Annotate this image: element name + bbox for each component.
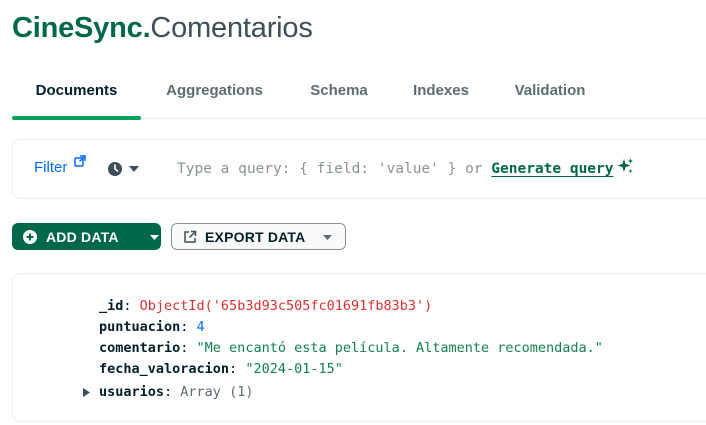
field-value[interactable]: ObjectId('65b3d93c505fc01691fb83b3') bbox=[140, 298, 433, 314]
active-tab-indicator bbox=[12, 116, 141, 120]
plus-circle-icon bbox=[23, 230, 37, 244]
document-field: comentario: "Me encantó esta película. A… bbox=[99, 339, 603, 357]
tab-aggregations[interactable]: Aggregations bbox=[152, 70, 277, 119]
query-history-button[interactable] bbox=[107, 160, 141, 178]
tab-label: Documents bbox=[35, 82, 118, 99]
field-key[interactable]: comentario bbox=[99, 340, 180, 356]
export-icon bbox=[184, 230, 197, 243]
expand-arrow-icon[interactable] bbox=[83, 388, 90, 397]
filter-link[interactable]: Filter bbox=[34, 159, 67, 176]
document-field: puntuacion: 4 bbox=[99, 318, 205, 336]
field-value[interactable]: "2024-01-15" bbox=[245, 361, 343, 377]
field-key[interactable]: puntuacion bbox=[99, 319, 180, 335]
tab-documents[interactable]: Documents bbox=[12, 70, 141, 120]
field-key[interactable]: fecha_valoracion bbox=[99, 361, 229, 377]
export-data-label: EXPORT DATA bbox=[205, 229, 306, 245]
field-value[interactable]: 4 bbox=[197, 319, 205, 335]
sparkle-icon bbox=[617, 158, 633, 173]
tab-validation[interactable]: Validation bbox=[502, 70, 598, 119]
document-field: usuarios: Array (1) bbox=[99, 383, 253, 401]
caret-down-icon bbox=[323, 235, 332, 240]
field-colon: : bbox=[164, 384, 181, 400]
database-name[interactable]: CineSync bbox=[12, 12, 143, 44]
tab-label: Aggregations bbox=[166, 82, 263, 99]
tab-label: Validation bbox=[514, 82, 586, 99]
query-input[interactable]: Type a query: { field: 'value' } or Gene… bbox=[177, 158, 634, 177]
query-placeholder: Type a query: { field: 'value' } or bbox=[177, 161, 483, 177]
document-card[interactable]: _id: ObjectId('65b3d93c505fc01691fb83b3'… bbox=[12, 273, 706, 422]
collection-name: Comentarios bbox=[150, 12, 313, 44]
document-field: fecha_valoracion: "2024-01-15" bbox=[99, 360, 343, 378]
field-key[interactable]: _id bbox=[99, 298, 123, 314]
tab-indexes[interactable]: Indexes bbox=[403, 70, 479, 119]
tab-schema[interactable]: Schema bbox=[298, 70, 380, 119]
field-colon: : bbox=[123, 298, 140, 314]
query-bar: Filter Type a query: { field: 'value' } … bbox=[12, 139, 706, 199]
field-colon: : bbox=[180, 319, 197, 335]
clock-icon bbox=[108, 162, 122, 176]
tab-label: Schema bbox=[310, 82, 368, 99]
add-data-label: ADD DATA bbox=[46, 229, 119, 245]
export-data-button[interactable]: EXPORT DATA bbox=[171, 223, 346, 250]
field-value[interactable]: Array (1) bbox=[180, 384, 253, 400]
tab-label: Indexes bbox=[413, 82, 469, 99]
field-value[interactable]: "Me encantó esta película. Altamente rec… bbox=[197, 340, 603, 356]
caret-down-icon bbox=[150, 235, 159, 240]
external-link-icon[interactable] bbox=[74, 155, 86, 167]
page-title: CineSync.Comentarios bbox=[12, 10, 313, 46]
caret-down-icon bbox=[129, 166, 139, 172]
field-colon: : bbox=[229, 361, 246, 377]
tab-bar: Documents Aggregations Schema Indexes Va… bbox=[12, 70, 706, 120]
field-colon: : bbox=[180, 340, 197, 356]
document-field: _id: ObjectId('65b3d93c505fc01691fb83b3'… bbox=[99, 297, 432, 315]
generate-query-link[interactable]: Generate query bbox=[491, 161, 613, 177]
field-key[interactable]: usuarios bbox=[99, 384, 164, 400]
add-data-button[interactable]: ADD DATA bbox=[12, 223, 161, 250]
